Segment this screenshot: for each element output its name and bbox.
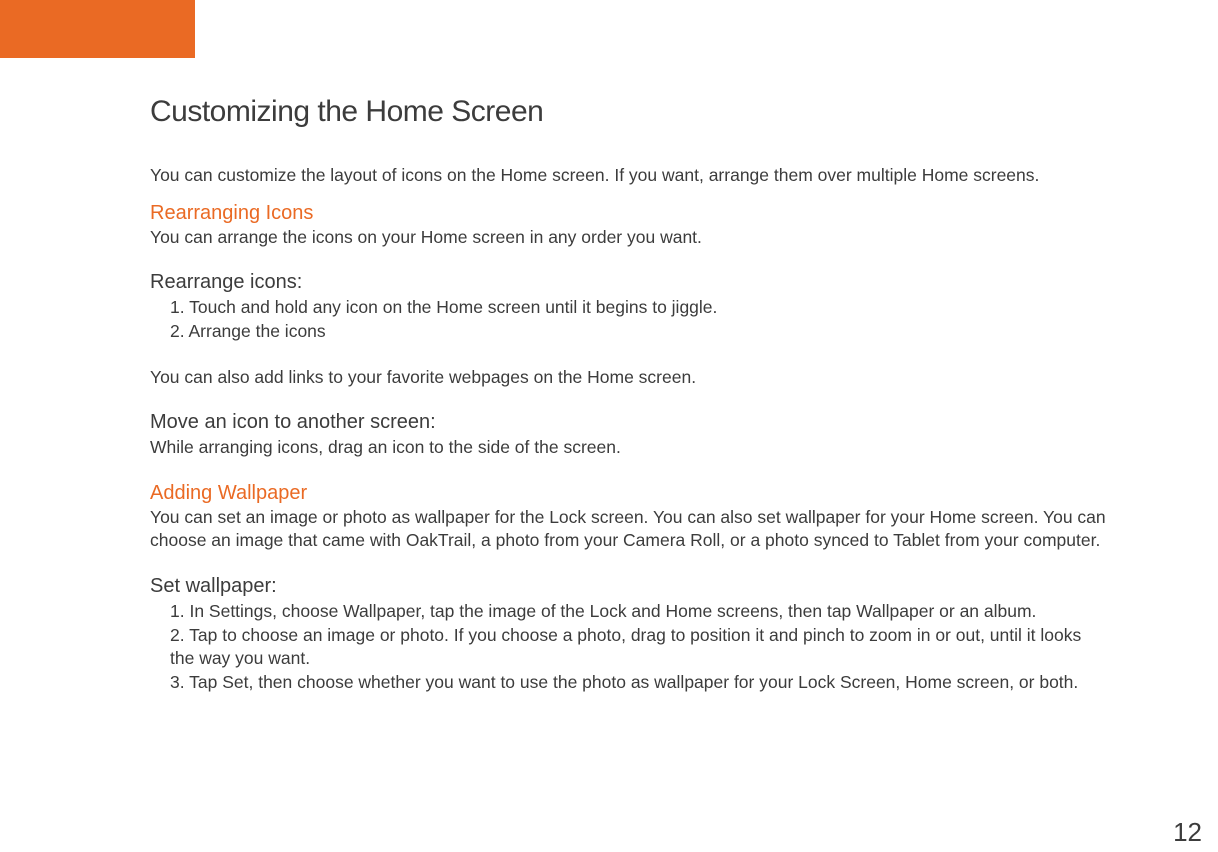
rearrange-step-1: 1. Touch and hold any icon on the Home s… [170,296,1110,320]
page-content: Customizing the Home Screen You can cust… [150,95,1110,695]
set-wallpaper-step-3: 3. Tap Set, then choose whether you want… [170,671,1110,695]
set-wallpaper-step-2: 2. Tap to choose an image or photo. If y… [170,624,1110,671]
main-title: Customizing the Home Screen [150,95,1110,129]
move-icon-heading: Move an icon to another screen: [150,411,1110,434]
rearranging-icons-body: You can arrange the icons on your Home s… [150,226,1110,250]
rearrange-steps: 1. Touch and hold any icon on the Home s… [150,296,1110,343]
page-number: 12 [1173,817,1202,848]
links-note: You can also add links to your favorite … [150,366,1110,390]
adding-wallpaper-body: You can set an image or photo as wallpap… [150,506,1110,553]
rearrange-step-2: 2. Arrange the icons [170,320,1110,344]
set-wallpaper-heading: Set wallpaper: [150,575,1110,598]
header-accent-bar [0,0,195,58]
set-wallpaper-steps: 1. In Settings, choose Wallpaper, tap th… [150,600,1110,695]
move-icon-body: While arranging icons, drag an icon to t… [150,436,1110,460]
set-wallpaper-step-1: 1. In Settings, choose Wallpaper, tap th… [170,600,1110,624]
intro-text: You can customize the layout of icons on… [150,164,1110,188]
rearrange-icons-heading: Rearrange icons: [150,271,1110,294]
adding-wallpaper-heading: Adding Wallpaper [150,482,1110,505]
rearranging-icons-heading: Rearranging Icons [150,202,1110,225]
